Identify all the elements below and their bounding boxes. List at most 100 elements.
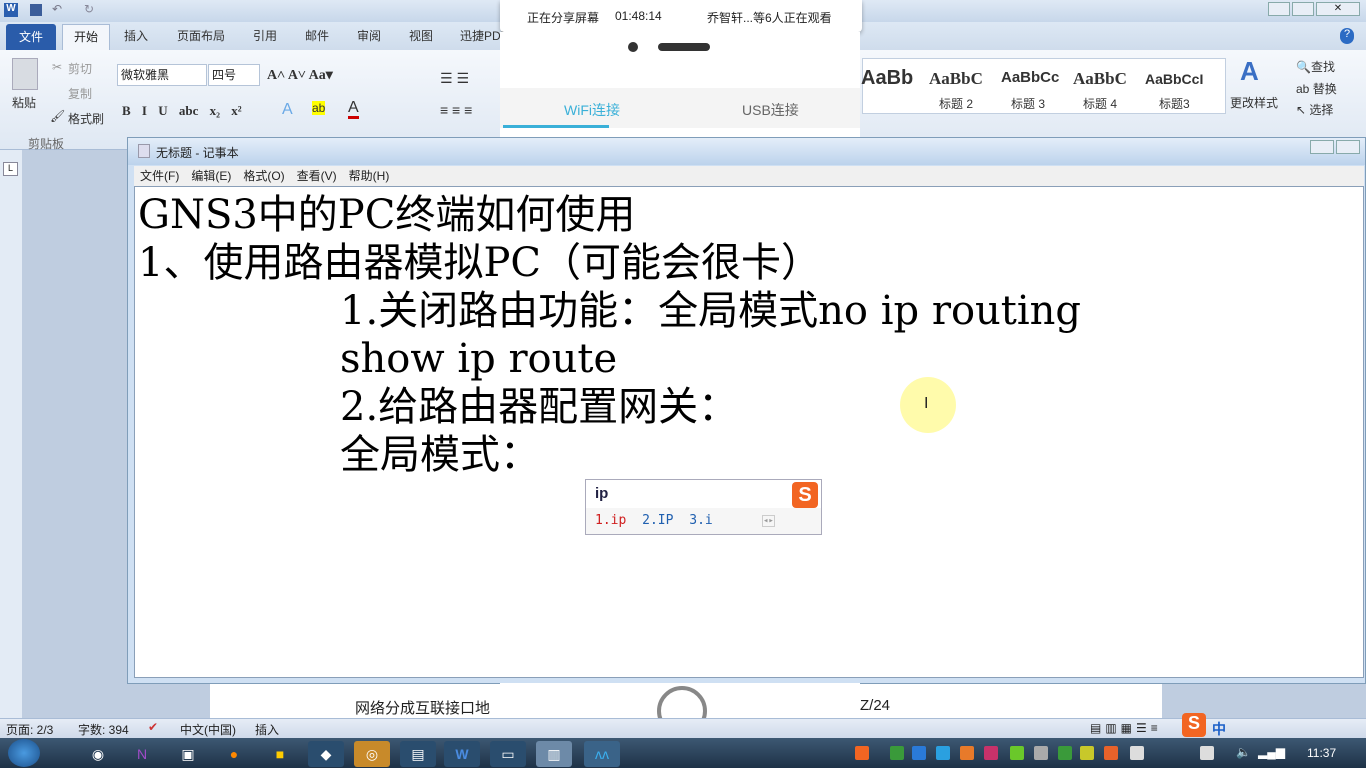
- explorer-icon[interactable]: ▤: [400, 741, 436, 767]
- share-viewers: 乔智轩...等6人正在观看: [707, 11, 832, 25]
- notepad-menu-bar: 文件(F) 编辑(E) 格式(O) 查看(V) 帮助(H): [134, 166, 1364, 186]
- select-button[interactable]: ↖ 选择: [1296, 101, 1333, 118]
- clock[interactable]: 11:37: [1307, 746, 1336, 760]
- start-button[interactable]: [8, 739, 40, 767]
- ime-page-arrows[interactable]: ◂▸: [762, 515, 775, 527]
- styles-gallery[interactable]: AaBb AaBbC 标题 2 AaBbCc 标题 3 AaBbC 标题 4 A…: [861, 58, 1226, 114]
- proofing-icon[interactable]: ✔: [148, 720, 158, 734]
- grow-font-icon[interactable]: A˄ A˅ Aa▾: [267, 67, 333, 84]
- tray-icon[interactable]: [1080, 746, 1094, 760]
- help-icon[interactable]: ?: [1340, 28, 1354, 44]
- format-buttons[interactable]: B I U abc x₂ x²: [122, 103, 242, 119]
- replace-button[interactable]: ab 替换: [1296, 80, 1337, 97]
- style-heading2[interactable]: AaBbC: [929, 69, 983, 89]
- ime-candidate[interactable]: 1.ip: [595, 513, 626, 528]
- replace-label: 替换: [1312, 82, 1337, 96]
- taskbar-app-icon[interactable]: ▭: [490, 741, 526, 767]
- tab-insert[interactable]: 插入: [124, 27, 148, 44]
- text-line: 2.给路由器配置网关：: [340, 384, 739, 430]
- ime-mode[interactable]: 中: [1212, 719, 1226, 739]
- volume-icon[interactable]: 🔈: [1236, 745, 1251, 759]
- copy-button[interactable]: 复制: [68, 85, 92, 102]
- taskbar-app-icon[interactable]: ◉: [80, 741, 116, 767]
- paste-icon[interactable]: [12, 58, 38, 90]
- printer-icon[interactable]: [1034, 746, 1048, 760]
- bullets-icon[interactable]: ☰ ☰: [440, 70, 469, 87]
- network-icon[interactable]: ▂▄▆: [1258, 745, 1285, 759]
- tab-review[interactable]: 审阅: [357, 27, 381, 44]
- status-page[interactable]: 页面: 2/3: [6, 721, 53, 738]
- notepad-text-area[interactable]: GNS3中的PC终端如何使用 1、使用路由器模拟PC（可能会很卡） 1.关闭路由…: [134, 186, 1364, 678]
- style-heading4[interactable]: AaBbC: [1073, 69, 1127, 89]
- change-styles-button[interactable]: 更改样式: [1230, 94, 1278, 111]
- view-buttons[interactable]: ▤▥▦☰≡: [1090, 721, 1162, 735]
- word-taskbar-icon[interactable]: W: [444, 741, 480, 767]
- style-heading3b[interactable]: AaBbCcI: [1145, 71, 1203, 87]
- tray-icon[interactable]: [1058, 746, 1072, 760]
- tab-usb[interactable]: USB连接: [742, 100, 799, 120]
- sogou-toolbar-icon[interactable]: S: [1182, 713, 1206, 737]
- highlight-icon[interactable]: ab: [312, 101, 326, 115]
- redo-icon[interactable]: ↻: [84, 2, 94, 16]
- sogou-logo-icon: S: [792, 482, 818, 508]
- taskbar-app-icon[interactable]: ʌʌ: [584, 741, 620, 767]
- undo-icon[interactable]: ↶: [52, 2, 62, 16]
- battery-icon[interactable]: [1200, 746, 1214, 760]
- status-mode[interactable]: 插入: [255, 721, 279, 738]
- cut-button[interactable]: 剪切: [68, 60, 92, 77]
- paste-button[interactable]: 粘贴: [12, 94, 36, 111]
- notepad-maximize-button[interactable]: [1336, 140, 1360, 154]
- tab-home[interactable]: 开始: [62, 24, 110, 51]
- style-preview[interactable]: AaBb: [861, 67, 913, 90]
- taskbar-app-icon[interactable]: ◆: [308, 741, 344, 767]
- style-heading3[interactable]: AaBbCc: [1001, 69, 1059, 86]
- taskbar-app-icon[interactable]: ▣: [170, 741, 206, 767]
- tab-mailings[interactable]: 邮件: [305, 27, 329, 44]
- close-button[interactable]: ✕: [1316, 2, 1360, 16]
- font-size-select[interactable]: 四号: [208, 64, 260, 86]
- tab-wifi[interactable]: WiFi连接: [564, 100, 620, 120]
- status-words[interactable]: 字数: 394: [78, 721, 129, 738]
- taskbar-app-icon[interactable]: ◎: [354, 741, 390, 767]
- notepad-taskbar-icon[interactable]: ▥: [536, 741, 572, 767]
- save-icon[interactable]: [30, 4, 42, 16]
- taskbar-app-icon[interactable]: ■: [262, 741, 298, 767]
- minimize-button[interactable]: [1268, 2, 1290, 16]
- tab-selector[interactable]: L: [3, 162, 18, 176]
- menu-view[interactable]: 查看(V): [297, 169, 337, 183]
- notepad-minimize-button[interactable]: [1310, 140, 1334, 154]
- tray-icon[interactable]: [960, 746, 974, 760]
- change-styles-icon: A: [1240, 56, 1259, 86]
- tab-references[interactable]: 引用: [253, 27, 277, 44]
- text-line: 1.关闭路由功能：全局模式no ip routing: [340, 288, 1082, 334]
- tray-icon[interactable]: [1104, 746, 1118, 760]
- tray-icon[interactable]: [1130, 746, 1144, 760]
- tab-file[interactable]: 文件: [6, 24, 56, 50]
- firefox-icon[interactable]: ●: [216, 741, 252, 767]
- tab-view[interactable]: 视图: [409, 27, 433, 44]
- font-color-icon[interactable]: A: [348, 100, 359, 119]
- onenote-icon[interactable]: N: [124, 741, 160, 767]
- tray-icon[interactable]: [984, 746, 998, 760]
- status-language[interactable]: 中文(中国): [180, 721, 236, 738]
- align-icons[interactable]: ≡ ≡ ≡: [440, 102, 472, 118]
- menu-help[interactable]: 帮助(H): [349, 169, 390, 183]
- tray-icon[interactable]: [890, 746, 904, 760]
- tray-icon[interactable]: [1010, 746, 1024, 760]
- format-painter-button[interactable]: 格式刷: [68, 110, 104, 127]
- text-effects-icon[interactable]: A: [282, 101, 293, 119]
- menu-file[interactable]: 文件(F): [140, 169, 179, 183]
- restore-button[interactable]: [1292, 2, 1314, 16]
- tab-layout[interactable]: 页面布局: [177, 27, 225, 44]
- find-label: 查找: [1310, 60, 1335, 74]
- tray-icon[interactable]: [936, 746, 950, 760]
- text-line: 1、使用路由器模拟PC（可能会很卡）: [138, 240, 821, 286]
- tray-icon[interactable]: [912, 746, 926, 760]
- menu-edit[interactable]: 编辑(E): [191, 169, 231, 183]
- ime-candidate[interactable]: 3.i: [689, 513, 712, 528]
- ime-candidate[interactable]: 2.IP: [642, 513, 673, 528]
- sogou-tray-icon[interactable]: [855, 746, 869, 760]
- menu-format[interactable]: 格式(O): [243, 169, 284, 183]
- find-button[interactable]: 🔍查找: [1296, 58, 1335, 75]
- font-name-select[interactable]: 微软雅黑: [117, 64, 207, 86]
